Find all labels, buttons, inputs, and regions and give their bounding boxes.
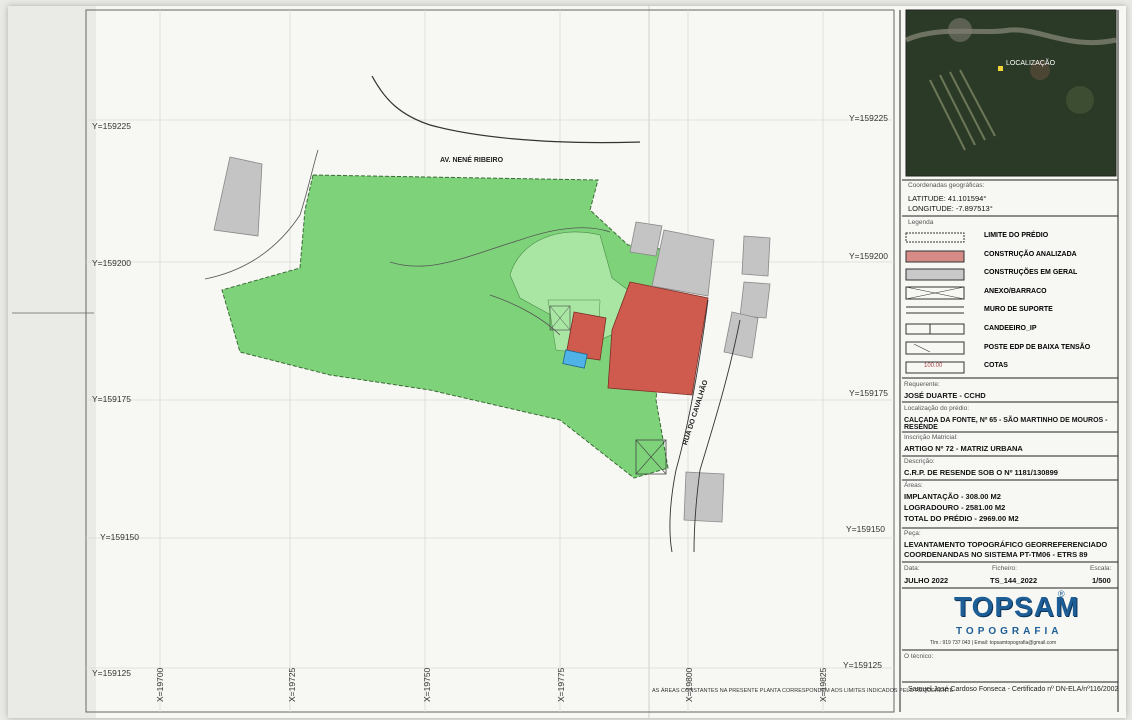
escala-value: 1/500: [1092, 576, 1111, 585]
legend-item-buildings: CONSTRUÇÕES EM GERAL: [984, 269, 1078, 276]
peca-line2: COORDENANDAS NO SISTEMA PT-TM06 - ETRS 8…: [904, 550, 1088, 559]
legend-item-lamp: CANDEEIRO_IP: [984, 325, 1037, 332]
requerente-title: Requerente:: [904, 381, 940, 388]
grid-label-y-right: Y=159200: [849, 251, 888, 261]
grid-label-x: X=19825: [818, 667, 828, 702]
grid-label-y: Y=159150: [100, 532, 139, 542]
descricao-title: Descrição:: [904, 458, 935, 465]
ficheiro-title: Ficheiro:: [992, 565, 1017, 572]
data-title: Data:: [904, 565, 920, 572]
grid-label-y-right: Y=159150: [846, 524, 885, 534]
building-s1: [683, 471, 725, 523]
area-total: TOTAL DO PRÉDIO - 2969.00 M2: [904, 514, 1019, 523]
building-e3: [723, 311, 759, 359]
location-label: LOCALIZAÇÃO: [1006, 60, 1056, 67]
grid-label-y: Y=159225: [92, 121, 131, 131]
area-implantacao: IMPLANTAÇÃO - 308.00 M2: [904, 492, 1001, 501]
grid-label-y: Y=159200: [92, 258, 131, 268]
company-contact: Tlm.: 919 737 043 | Email: topsamtopogra…: [930, 640, 1057, 646]
legend-item-annex: ANEXO/BARRACO: [984, 288, 1047, 295]
grid-label-y: Y=159175: [92, 394, 131, 404]
peca-title: Peça:: [904, 530, 921, 537]
legend-symbols: [905, 232, 965, 374]
area-logradouro: LOGRADOURO - 2581.00 M2: [904, 503, 1006, 512]
legend-item-wall: MURO DE SUPORTE: [984, 306, 1053, 313]
building-nw: [213, 156, 263, 237]
inscricao-value: ARTIGO Nº 72 - MATRIZ URBANA: [904, 444, 1023, 453]
descricao-value: C.R.P. DE RESENDE SOB O Nº 1181/130899: [904, 468, 1058, 477]
location-marker: [998, 66, 1003, 71]
building-e2: [739, 281, 771, 319]
legend-item-boundary: LIMITE DO PRÉDIO: [984, 232, 1049, 239]
tecnico-signature: Samuel José Cardoso Fonseca - Certificad…: [908, 686, 1119, 693]
coordinates-title: Coordenadas geográficas:: [908, 182, 985, 189]
building-e1: [741, 235, 771, 277]
road-edge-north: [371, 75, 641, 144]
registered-mark: ®: [1058, 589, 1065, 599]
grid-label-y-right: Y=159175: [849, 388, 888, 398]
localizacao-value: CALÇADA DA FONTE, Nº 65 - SÃO MARTINHO D…: [904, 417, 1108, 431]
grid-label-x: X=19700: [155, 667, 165, 702]
building-n1: [629, 221, 663, 257]
legend-item-elevation: COTAS: [984, 362, 1008, 369]
grid-label-x: X=19800: [684, 667, 694, 702]
requerente-value: JOSÉ DUARTE - CCHD: [904, 391, 986, 400]
logo-subtitle: TOPOGRAFIA: [956, 626, 1063, 637]
ficheiro-value: TS_144_2022: [990, 576, 1038, 585]
localizacao-title: Localização do prédio:: [904, 405, 970, 412]
latitude: LATITUDE: 41.101594°: [908, 194, 987, 203]
elevation-sample: 100.00: [924, 363, 943, 369]
longitude: LONGITUDE: -7.897513°: [908, 204, 993, 213]
grid-label-y: Y=159125: [92, 668, 131, 678]
peca-line1: LEVANTAMENTO TOPOGRÁFICO GEORREFERENCIAD…: [904, 540, 1108, 549]
building-n2: [651, 229, 715, 297]
street-label-north: AV. NENÉ RIBEIRO: [440, 157, 504, 164]
grid-label-y-right: Y=159225: [849, 113, 888, 123]
inscricao-title: Inscrição Matricial:: [904, 434, 958, 441]
escala-title: Escala:: [1090, 565, 1112, 572]
grid-label-x: X=19725: [287, 667, 297, 702]
legend-item-pole: POSTE EDP DE BAIXA TENSÃO: [984, 344, 1091, 351]
tecnico-title: O técnico:: [904, 653, 934, 660]
legend-title: Legenda: [908, 219, 934, 226]
legend-item-analysed: CONSTRUÇÃO ANALIZADA: [984, 251, 1077, 258]
data-value: JULHO 2022: [904, 576, 949, 585]
grid-label-x: X=19775: [556, 667, 566, 702]
grid-label-x: X=19750: [422, 667, 432, 702]
grid-label-y-right: Y=159125: [843, 660, 882, 670]
areas-title: Áreas:: [904, 482, 923, 489]
